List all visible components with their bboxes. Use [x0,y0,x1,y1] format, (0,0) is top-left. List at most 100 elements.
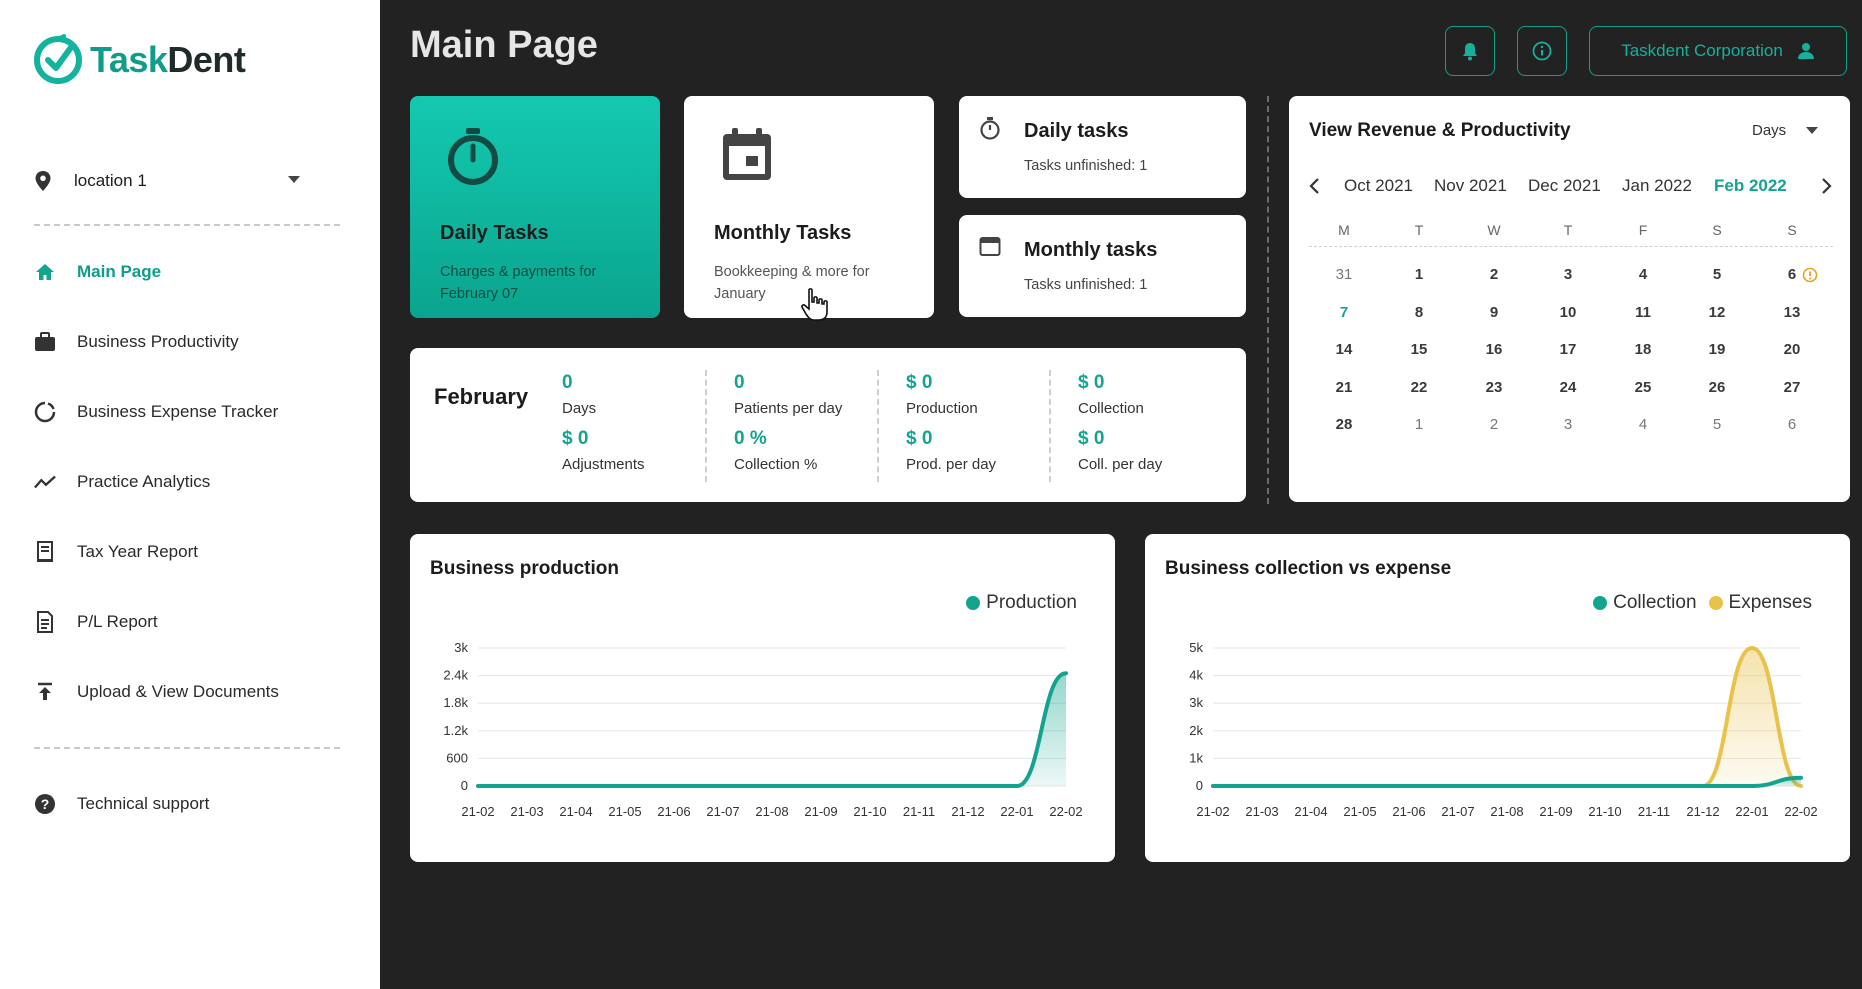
x-tick-label: 21-12 [951,804,984,819]
calendar-day[interactable]: 22 [1399,379,1439,396]
calendar-day-number: 1 [1414,416,1424,433]
calendar-day-number: 21 [1335,379,1353,396]
weekday-label: T [1563,222,1573,238]
calendar-day[interactable]: 27 [1772,379,1812,396]
calendar-day-number: 9 [1489,304,1499,321]
calendar-day[interactable]: 24 [1548,379,1588,396]
monthly-tasks-summary-card[interactable]: Monthly tasks Tasks unfinished: 1 [959,215,1246,317]
info-icon [1532,41,1552,61]
monthly-tasks-card[interactable]: Monthly Tasks Bookkeeping & more for Jan… [684,96,934,321]
calendar-day-number: 23 [1485,379,1503,396]
daily-tasks-summary-card[interactable]: Daily tasks Tasks unfinished: 1 [959,96,1246,198]
calendar-day[interactable]: 1 [1399,416,1439,433]
card-subtitle: Tasks unfinished: 1 [1024,158,1148,174]
location-select[interactable]: location 1 [34,166,300,196]
y-tick-label: 3k [454,640,468,655]
x-tick-label: 21-06 [1392,804,1425,819]
y-tick-label: 5k [1189,640,1203,655]
calendar-day[interactable]: 3 [1548,416,1588,433]
chevron-down-icon [288,176,300,183]
calendar-day-number: 28 [1335,416,1353,433]
calendar-day[interactable]: 10 [1548,304,1588,321]
calendar-day[interactable]: 25 [1623,379,1663,396]
calendar-day[interactable]: 4 [1623,416,1663,433]
x-tick-label: 21-08 [1490,804,1523,819]
calendar-day[interactable]: 26 [1697,379,1737,396]
x-tick-label: 21-02 [1196,804,1229,819]
calendar-day[interactable]: 19 [1697,341,1737,358]
calendar-day[interactable]: 23 [1474,379,1514,396]
home-icon [34,261,56,283]
daily-tasks-card[interactable]: Daily Tasks Charges & payments for Febru… [410,96,660,318]
x-tick-label: 21-03 [1245,804,1278,819]
calendar-day[interactable]: 2 [1474,416,1514,433]
calendar-day-number: 11 [1635,304,1651,321]
stat-label: Collection [1078,400,1144,417]
sidebar-item-practice-analytics[interactable]: Practice Analytics [34,465,344,499]
calendar-day[interactable]: 28 [1324,416,1364,433]
info-button[interactable] [1517,26,1567,76]
calendar-day[interactable]: 20 [1772,341,1812,358]
calendar-day[interactable]: 14 [1324,341,1364,358]
calendar-day[interactable]: 2 [1474,266,1514,283]
calendar-month-feb-2022[interactable]: Feb 2022 [1714,176,1787,196]
stat-value: $ 0 [562,428,589,449]
x-tick-label: 22-02 [1784,804,1817,819]
calendar-day[interactable]: 1 [1399,266,1439,283]
upload-icon [34,681,56,703]
taskdent-logo[interactable]: TaskDent [32,34,246,86]
chevron-left-icon[interactable] [1307,176,1321,196]
calendar-day[interactable]: 5 [1697,266,1737,283]
calendar-month-nov-2021[interactable]: Nov 2021 [1434,176,1507,196]
sidebar-item-technical-support[interactable]: ? Technical support [34,787,344,821]
calendar-month-oct-2021[interactable]: Oct 2021 [1344,176,1413,196]
calendar-day[interactable]: 16 [1474,341,1514,358]
calendar-day[interactable]: 9 [1474,304,1514,321]
stat-value: $ 0 [906,428,933,449]
calendar-day[interactable]: 6 [1772,416,1812,433]
calendar-month-dec-2021[interactable]: Dec 2021 [1528,176,1601,196]
svg-text:?: ? [41,796,50,812]
weekday-label: F [1638,222,1648,238]
calendar-day[interactable]: 3 [1548,266,1588,283]
company-account-button[interactable]: Taskdent Corporation [1589,26,1847,76]
production-chart-plot: 3k 2.4k 1.8k 1.2k 600 0 21-02 21-03 21-04 21-05 21… [443,640,1082,819]
calendar-day[interactable]: 4 [1623,266,1663,283]
section-divider [1267,96,1269,504]
chevron-right-icon[interactable] [1820,176,1834,196]
sidebar-item-tax-year-report[interactable]: Tax Year Report [34,535,344,569]
calendar-mode-select[interactable]: Days [1752,122,1819,139]
document-icon [34,611,56,633]
calendar-day[interactable]: 21 [1324,379,1364,396]
calendar-day[interactable]: 5 [1697,416,1737,433]
calendar-day[interactable]: 31 [1324,266,1364,283]
sidebar-item-upload-view-documents[interactable]: Upload & View Documents [34,675,344,709]
calendar-day[interactable]: 11 [1623,304,1663,321]
calendar-day[interactable]: 6 [1772,266,1818,283]
calendar-month-jan-2022[interactable]: Jan 2022 [1622,176,1692,196]
trend-line-icon [34,471,56,493]
stat-value: $ 0 [1078,428,1105,449]
calendar-day[interactable]: 7 [1324,304,1364,321]
calendar-day[interactable]: 18 [1623,341,1663,358]
calendar-day-number: 16 [1485,341,1503,358]
sidebar-item-main-page[interactable]: Main Page [34,255,344,289]
sidebar-divider [34,224,340,226]
calendar-day[interactable]: 12 [1697,304,1737,321]
calendar-day[interactable]: 13 [1772,304,1812,321]
sidebar: TaskDent location 1 Main Page Business P… [0,0,380,989]
calendar-day-number: 1 [1414,266,1424,283]
page-title: Main Page [410,24,598,66]
calendar-day[interactable]: 8 [1399,304,1439,321]
sidebar-item-pl-report[interactable]: P/L Report [34,605,344,639]
calendar-day-number: 5 [1712,266,1722,283]
calendar-day-number: 20 [1783,341,1801,358]
calendar-day[interactable]: 17 [1548,341,1588,358]
notifications-button[interactable] [1445,26,1495,76]
y-tick-label: 600 [446,750,468,765]
calendar-day[interactable]: 15 [1399,341,1439,358]
sidebar-item-business-expense-tracker[interactable]: Business Expense Tracker [34,395,344,429]
series-area [478,673,1066,786]
x-tick-label: 21-05 [608,804,641,819]
sidebar-item-business-productivity[interactable]: Business Productivity [34,325,344,359]
